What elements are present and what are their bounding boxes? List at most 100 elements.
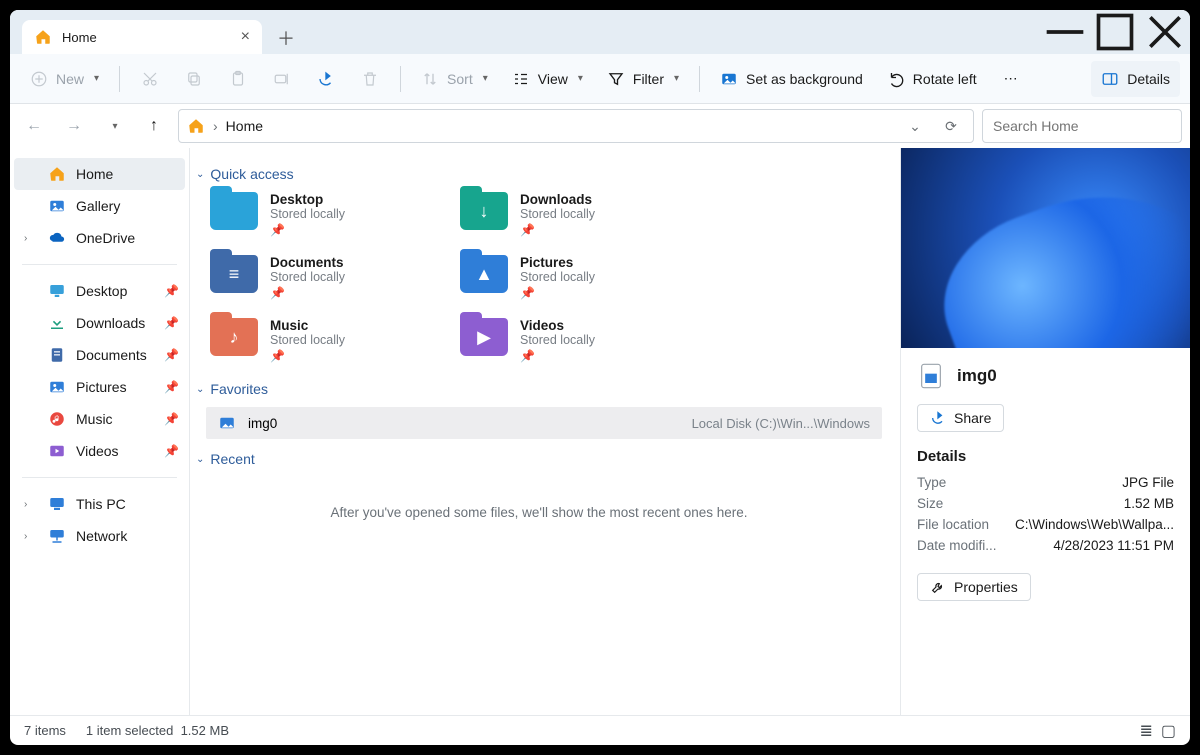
quick-access-documents[interactable]: ≡DocumentsStored locally📌 xyxy=(210,255,440,300)
favorite-item[interactable]: img0 Local Disk (C:)\Win...\Windows xyxy=(206,407,882,439)
wrench-icon xyxy=(930,579,946,595)
item-subtitle: Stored locally xyxy=(520,270,595,284)
title-bar: Home × ＋ xyxy=(10,10,1190,54)
section-quick-access[interactable]: ⌄ Quick access xyxy=(196,166,882,182)
view-list-button[interactable]: ≣ xyxy=(1139,721,1152,741)
window-close-button[interactable] xyxy=(1140,10,1190,54)
filter-button[interactable]: Filter▾ xyxy=(597,61,689,97)
copy-button[interactable] xyxy=(174,61,214,97)
sidebar-item-label: Videos xyxy=(76,443,119,459)
history-dropdown[interactable]: ▾ xyxy=(98,110,130,142)
sidebar-item-documents[interactable]: Documents📌 xyxy=(10,339,189,371)
view-button[interactable]: View▾ xyxy=(502,61,593,97)
view-tiles-button[interactable]: ▢ xyxy=(1161,721,1176,741)
pin-icon: 📌 xyxy=(164,412,179,426)
tab-home[interactable]: Home × xyxy=(22,20,262,54)
favorite-name: img0 xyxy=(248,416,277,431)
item-subtitle: Stored locally xyxy=(270,333,345,347)
sidebar-item-pictures[interactable]: Pictures📌 xyxy=(10,371,189,403)
breadcrumb-current[interactable]: Home xyxy=(226,118,263,134)
paste-button[interactable] xyxy=(218,61,258,97)
share-icon xyxy=(317,70,335,88)
new-button[interactable]: New ▾ xyxy=(20,61,109,97)
cut-button[interactable] xyxy=(130,61,170,97)
section-favorites[interactable]: ⌄ Favorites xyxy=(196,381,882,397)
view-icon xyxy=(512,70,530,88)
details-key: Type xyxy=(917,475,946,490)
details-row: File locationC:\Windows\Web\Wallpa... xyxy=(917,517,1174,532)
refresh-button[interactable]: ⟳ xyxy=(937,118,965,135)
new-icon xyxy=(30,70,48,88)
sidebar-item-desktop[interactable]: Desktop📌 xyxy=(10,275,189,307)
quick-access-pictures[interactable]: ▲PicturesStored locally📌 xyxy=(460,255,690,300)
sidebar-item-home[interactable]: Home xyxy=(14,158,185,190)
new-button-label: New xyxy=(56,71,84,87)
details-header: Details xyxy=(917,448,1174,465)
paste-icon xyxy=(229,70,247,88)
sidebar-item-network[interactable]: ›Network xyxy=(10,520,189,552)
onedrive-icon xyxy=(48,229,66,247)
address-dropdown[interactable]: ⌄ xyxy=(901,118,929,135)
item-subtitle: Stored locally xyxy=(520,207,595,221)
share-button[interactable] xyxy=(306,61,346,97)
rotate-left-button[interactable]: Rotate left xyxy=(877,61,987,97)
sidebar-item-onedrive[interactable]: ›OneDrive xyxy=(10,222,189,254)
status-item-count: 7 items xyxy=(24,723,66,738)
address-bar[interactable]: › Home ⌄ ⟳ xyxy=(178,109,974,143)
window-minimize-button[interactable] xyxy=(1040,10,1090,54)
sidebar-item-videos[interactable]: Videos📌 xyxy=(10,435,189,467)
status-bar: 7 items 1 item selected 1.52 MB ≣ ▢ xyxy=(10,715,1190,745)
more-button[interactable]: ⋯ xyxy=(991,61,1031,97)
documents-icon xyxy=(48,346,66,364)
rename-button[interactable] xyxy=(262,61,302,97)
sort-button[interactable]: Sort▾ xyxy=(411,61,498,97)
sidebar-item-label: Home xyxy=(76,166,113,182)
sidebar-item-this-pc[interactable]: ›This PC xyxy=(10,488,189,520)
quick-access-videos[interactable]: ▶VideosStored locally📌 xyxy=(460,318,690,363)
forward-button[interactable]: → xyxy=(58,110,90,142)
sidebar-item-gallery[interactable]: Gallery xyxy=(10,190,189,222)
search-box[interactable] xyxy=(982,109,1182,143)
share-button[interactable]: Share xyxy=(917,404,1004,432)
downloads-icon xyxy=(48,314,66,332)
favorite-path: Local Disk (C:)\Win...\Windows xyxy=(692,416,870,431)
pin-icon: 📌 xyxy=(270,286,345,300)
sidebar-item-music[interactable]: Music 📌 xyxy=(10,403,189,435)
quick-access-desktop[interactable]: DesktopStored locally📌 xyxy=(210,192,440,237)
filter-icon xyxy=(607,70,625,88)
details-toggle-button[interactable]: Details xyxy=(1091,61,1180,97)
pin-icon: 📌 xyxy=(164,316,179,330)
folder-icon: ≡ xyxy=(210,255,258,293)
item-name: Desktop xyxy=(270,192,345,207)
rotate-left-icon xyxy=(887,70,905,88)
details-value: 1.52 MB xyxy=(1124,496,1174,511)
up-button[interactable]: ↑ xyxy=(138,110,170,142)
pin-icon: 📌 xyxy=(164,284,179,298)
back-button[interactable]: ← xyxy=(18,110,50,142)
folder-icon: ♪ xyxy=(210,318,258,356)
pin-icon: 📌 xyxy=(520,349,595,363)
toolbar: New ▾ Sort▾ View▾ Filter▾ Set as backgro… xyxy=(10,54,1190,104)
details-row: Date modifi...4/28/2023 11:51 PM xyxy=(917,538,1174,553)
section-recent[interactable]: ⌄ Recent xyxy=(196,451,882,467)
set-background-button[interactable]: Set as background xyxy=(710,61,873,97)
network-icon xyxy=(48,527,66,545)
delete-button[interactable] xyxy=(350,61,390,97)
tab-close-icon[interactable]: × xyxy=(241,28,250,46)
preview-image xyxy=(901,148,1190,348)
window-maximize-button[interactable] xyxy=(1090,10,1140,54)
image-file-icon xyxy=(218,414,236,432)
sidebar-item-label: OneDrive xyxy=(76,230,135,246)
search-input[interactable] xyxy=(993,118,1174,134)
sidebar-item-downloads[interactable]: Downloads📌 xyxy=(10,307,189,339)
pin-icon: 📌 xyxy=(520,223,595,237)
chevron-down-icon: ▾ xyxy=(92,73,99,84)
new-tab-button[interactable]: ＋ xyxy=(270,22,302,54)
chevron-down-icon: ⌄ xyxy=(196,384,204,395)
sidebar-item-label: Music xyxy=(76,411,113,427)
quick-access-downloads[interactable]: ↓DownloadsStored locally📌 xyxy=(460,192,690,237)
item-subtitle: Stored locally xyxy=(270,207,345,221)
quick-access-music[interactable]: ♪MusicStored locally📌 xyxy=(210,318,440,363)
home-icon xyxy=(34,28,52,46)
properties-button[interactable]: Properties xyxy=(917,573,1031,601)
